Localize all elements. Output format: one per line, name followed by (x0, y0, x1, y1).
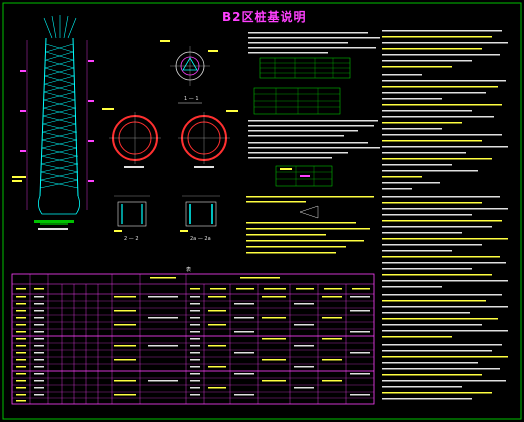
middle-table-1 (259, 57, 351, 79)
middle-notes-column (248, 32, 380, 54)
ring-section-right (178, 110, 238, 168)
section-2a-2a-detail (180, 195, 220, 232)
ring-section-left (102, 108, 161, 168)
section-2-2-label: 2 — 2 (124, 236, 139, 242)
middle-table-2 (253, 87, 341, 115)
right-notes-column (382, 30, 508, 400)
pile-schedule-cells (16, 277, 370, 402)
drawing-svg (2, 2, 522, 420)
section-2a-2a-label: 2a — 2a (190, 236, 211, 242)
section-1-1-label: 1 — 1 (184, 96, 199, 102)
pile-elevation (12, 15, 94, 230)
middle-table-3 (275, 165, 333, 187)
section-1-1-detail (160, 40, 218, 104)
section-2-2-detail (114, 195, 150, 232)
middle-notes-block-3 (246, 196, 374, 254)
table-title: 表 (186, 267, 192, 273)
middle-notes-block-2 (248, 120, 380, 159)
drawing-title: B2区桩基说明 (222, 10, 307, 24)
cad-drawing-canvas[interactable]: B2区桩基说明 1 — 1 2 — 2 2a — 2a 表 (0, 0, 524, 422)
